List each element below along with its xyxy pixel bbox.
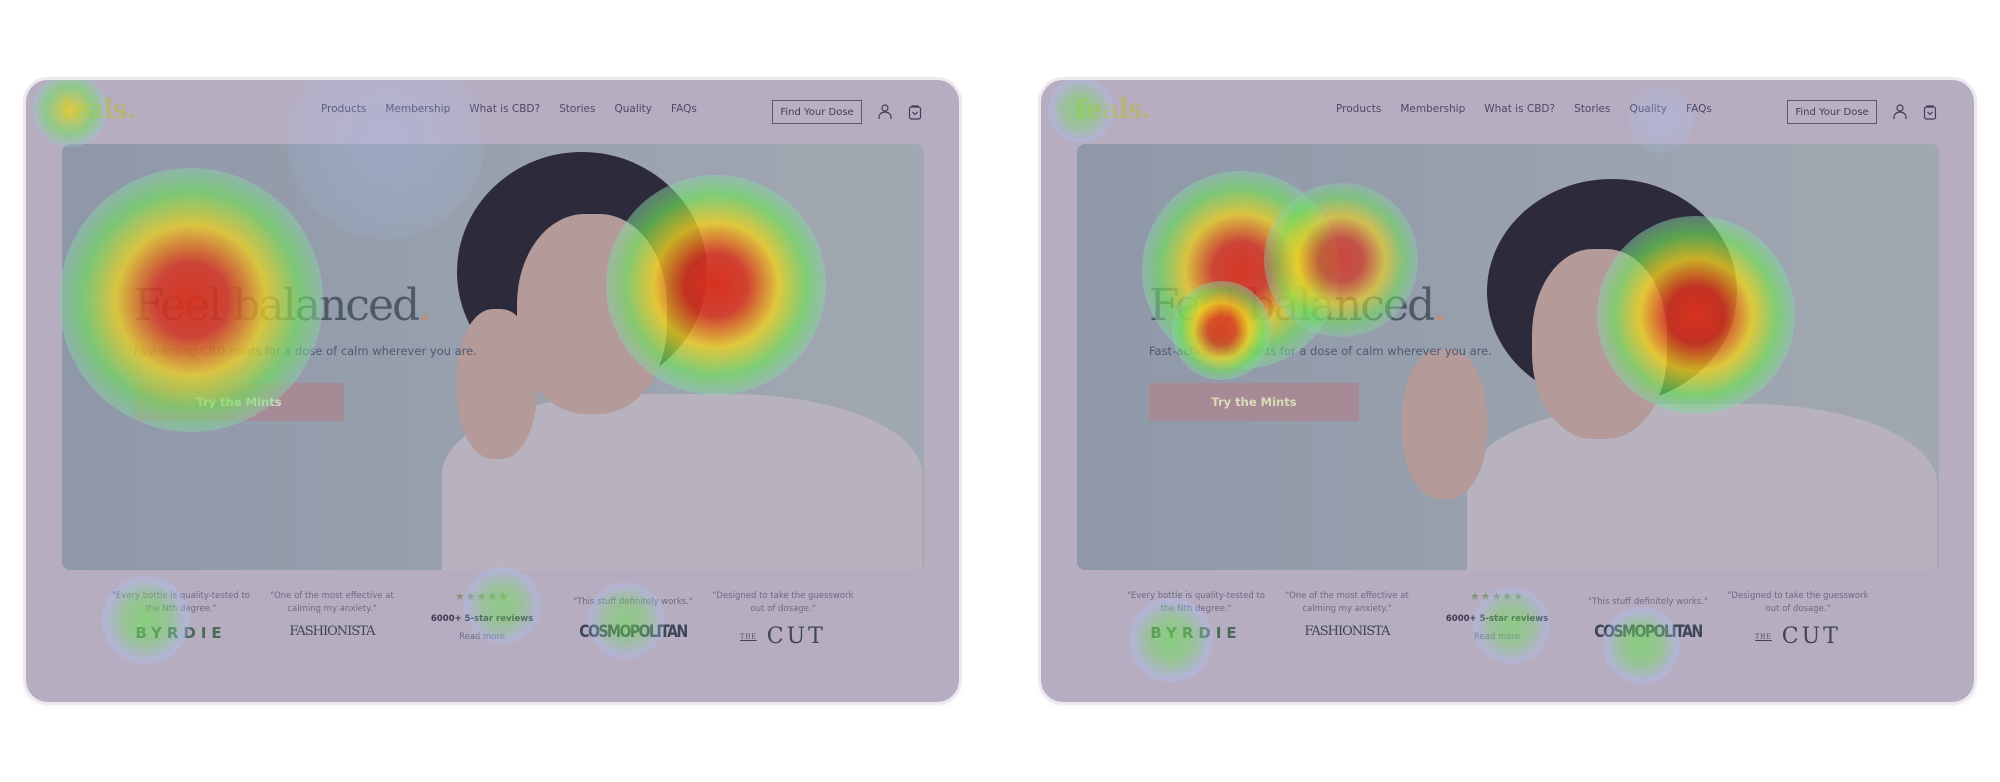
user-icon[interactable]: [878, 104, 892, 120]
the-cut-prefix: THE: [1755, 633, 1772, 641]
find-your-dose-button[interactable]: Find Your Dose: [1787, 100, 1877, 124]
press-quote: "Every bottle is quality-tested to the N…: [1127, 591, 1265, 614]
shopping-bag-icon[interactable]: [1923, 104, 1937, 120]
reviews-count: 6000+ 5-star reviews: [430, 614, 534, 624]
the-cut-logo: THE CUT: [1723, 624, 1873, 649]
press-quote: "This stuff definitely works.": [573, 597, 693, 607]
read-more-link[interactable]: Read more: [1422, 632, 1572, 642]
cosmopolitan-logo: COSMOPOLITAN: [1594, 622, 1703, 642]
hero-headline: Feel balanced.: [1149, 280, 1447, 331]
site-logo[interactable]: feals.: [1075, 94, 1151, 125]
main-nav: Products Membership What is CBD? Stories…: [1336, 103, 1712, 115]
press-quote: "Every bottle is quality-tested to the N…: [112, 591, 250, 614]
byrdie-logo: BYRDIE: [1150, 624, 1242, 642]
nav-quality[interactable]: Quality: [1629, 103, 1667, 115]
byrdie-logo: BYRDIE: [135, 624, 227, 642]
press-reviews: ★★★★★ 6000+ 5-star reviews Read more: [1422, 590, 1572, 642]
cosmopolitan-logo: COSMOPOLITAN: [579, 622, 688, 642]
nav-membership[interactable]: Membership: [1400, 103, 1465, 115]
heatmap-panel-left: feals. Products Membership What is CBD? …: [26, 80, 959, 702]
nav-stories[interactable]: Stories: [559, 103, 595, 115]
nav-faqs[interactable]: FAQs: [671, 103, 697, 115]
hero-subtitle: Fast-acting CBD mints for a dose of calm…: [1149, 344, 1492, 358]
find-your-dose-button[interactable]: Find Your Dose: [772, 100, 862, 124]
nav-what-is-cbd[interactable]: What is CBD?: [1484, 103, 1555, 115]
site-logo[interactable]: feals.: [60, 94, 136, 125]
press-quote: "This stuff definitely works.": [1588, 597, 1708, 607]
press-cosmopolitan: "This stuff definitely works." COSMOPOLI…: [1573, 590, 1723, 642]
press-fashionista: "One of the most effective at calming my…: [1272, 590, 1422, 639]
person-shirt: [1467, 404, 1937, 570]
nav-quality[interactable]: Quality: [614, 103, 652, 115]
try-the-mints-button[interactable]: Try the Mints: [1149, 383, 1359, 421]
press-the-cut: "Designed to take the guesswork out of d…: [1723, 590, 1873, 649]
person-face: [517, 214, 667, 414]
fashionista-logo: FASHIONISTA: [289, 624, 375, 639]
headline-text: Feel balanced: [1149, 280, 1435, 331]
user-icon[interactable]: [1893, 104, 1907, 120]
press-quote: "Designed to take the guesswork out of d…: [1727, 591, 1869, 614]
press-the-cut: "Designed to take the guesswork out of d…: [708, 590, 858, 649]
read-more-link[interactable]: Read more: [407, 632, 557, 642]
the-cut-name: CUT: [1781, 624, 1841, 649]
five-star-rating-icon: ★★★★★: [1469, 590, 1525, 603]
hero-subtitle: Fast-acting CBD mints for a dose of calm…: [134, 344, 477, 358]
headline-dot: .: [418, 280, 432, 331]
press-quote: "Designed to take the guesswork out of d…: [712, 591, 854, 614]
nav-products[interactable]: Products: [321, 103, 366, 115]
shopping-bag-icon[interactable]: [908, 104, 922, 120]
press-fashionista: "One of the most effective at calming my…: [257, 590, 407, 639]
press-cosmopolitan: "This stuff definitely works." COSMOPOLI…: [558, 590, 708, 642]
nav-what-is-cbd[interactable]: What is CBD?: [469, 103, 540, 115]
hero-headline: Feel balanced.: [134, 280, 432, 331]
nav-faqs[interactable]: FAQs: [1686, 103, 1712, 115]
person-hand: [1402, 349, 1487, 499]
hero-banner: Feel balanced. Fast-acting CBD mints for…: [62, 144, 924, 570]
headline-dot: .: [1433, 280, 1447, 331]
nav-products[interactable]: Products: [1336, 103, 1381, 115]
press-byrdie: "Every bottle is quality-tested to the N…: [1121, 590, 1271, 642]
press-reviews: ★★★★★ 6000+ 5-star reviews Read more: [407, 590, 557, 642]
press-byrdie: "Every bottle is quality-tested to the N…: [106, 590, 256, 642]
nav-membership[interactable]: Membership: [385, 103, 450, 115]
hero-banner: Feel balanced. Fast-acting CBD mints for…: [1077, 144, 1939, 570]
fashionista-logo: FASHIONISTA: [1304, 624, 1390, 639]
main-nav: Products Membership What is CBD? Stories…: [321, 103, 697, 115]
the-cut-name: CUT: [766, 624, 826, 649]
five-star-rating-icon: ★★★★★: [454, 590, 510, 603]
press-quote: "One of the most effective at calming my…: [270, 591, 394, 614]
reviews-count: 6000+ 5-star reviews: [1445, 614, 1549, 624]
press-quote: "One of the most effective at calming my…: [1285, 591, 1409, 614]
headline-text: Feel balanced: [134, 280, 420, 331]
person-hand: [457, 309, 537, 459]
person-face: [1532, 249, 1667, 439]
the-cut-logo: THE CUT: [708, 624, 858, 649]
try-the-mints-button[interactable]: Try the Mints: [134, 383, 344, 421]
heatmap-panel-right: feals. Products Membership What is CBD? …: [1041, 80, 1974, 702]
the-cut-prefix: THE: [740, 633, 757, 641]
nav-stories[interactable]: Stories: [1574, 103, 1610, 115]
